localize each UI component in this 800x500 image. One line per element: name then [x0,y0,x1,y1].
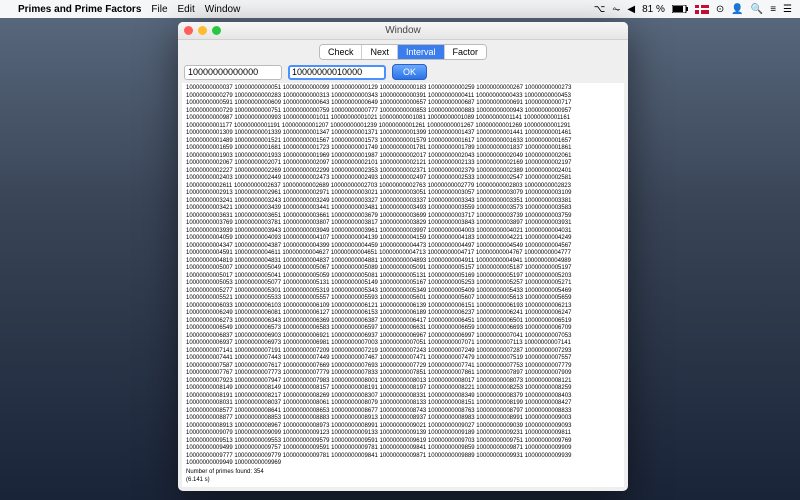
menubar-status: ⌥ ⏦ ◀ 81 % ⊙ 👤 🔍 ≡ ☰ [594,4,792,15]
battery-icon[interactable] [672,5,688,13]
window-title: Window [385,25,421,36]
menubar: Primes and Prime Factors File Edit Windo… [0,0,800,18]
tab-check[interactable]: Check [320,45,363,59]
wifi-icon[interactable]: ⏦ [612,4,620,15]
mode-segmented-control: Check Next Interval Factor [319,44,487,60]
tab-interval[interactable]: Interval [398,45,445,59]
minimize-button[interactable] [198,26,207,35]
mode-toolbar: Check Next Interval Factor [178,40,628,64]
notification-center-icon[interactable]: ☰ [783,4,792,15]
menu-file[interactable]: File [151,4,167,15]
menu-window[interactable]: Window [205,4,241,15]
user-icon[interactable]: 👤 [731,4,743,15]
titlebar: Window [178,22,628,40]
from-input[interactable] [184,65,282,80]
elapsed-line: (6.141 s) [186,477,620,485]
tab-next[interactable]: Next [362,45,398,59]
spotlight-icon[interactable]: 🔍 [751,4,763,15]
app-window: Window Check Next Interval Factor OK 100… [178,22,628,491]
summary-line: Number of primes found: 354 [186,469,620,477]
app-title[interactable]: Primes and Prime Factors [18,4,141,15]
control-center-icon[interactable]: ≡ [770,4,776,15]
tab-factor[interactable]: Factor [445,45,487,59]
primes-list: 10000000000037 10000000000051 1000000000… [186,85,620,468]
battery-pct: 81 % [642,4,665,15]
bluetooth-icon[interactable]: ⌥ [594,4,606,15]
ok-button[interactable]: OK [392,64,427,80]
input-source-flag-icon[interactable] [695,5,709,14]
results-pane: 10000000000037 10000000000051 1000000000… [182,83,624,487]
interval-inputs: OK [178,64,628,83]
zoom-button[interactable] [212,26,221,35]
to-input[interactable] [288,65,386,80]
close-button[interactable] [184,26,193,35]
window-controls [184,26,221,35]
menu-edit[interactable]: Edit [178,4,195,15]
clock-icon[interactable]: ⊙ [716,4,724,15]
volume-icon[interactable]: ◀ [627,4,635,15]
